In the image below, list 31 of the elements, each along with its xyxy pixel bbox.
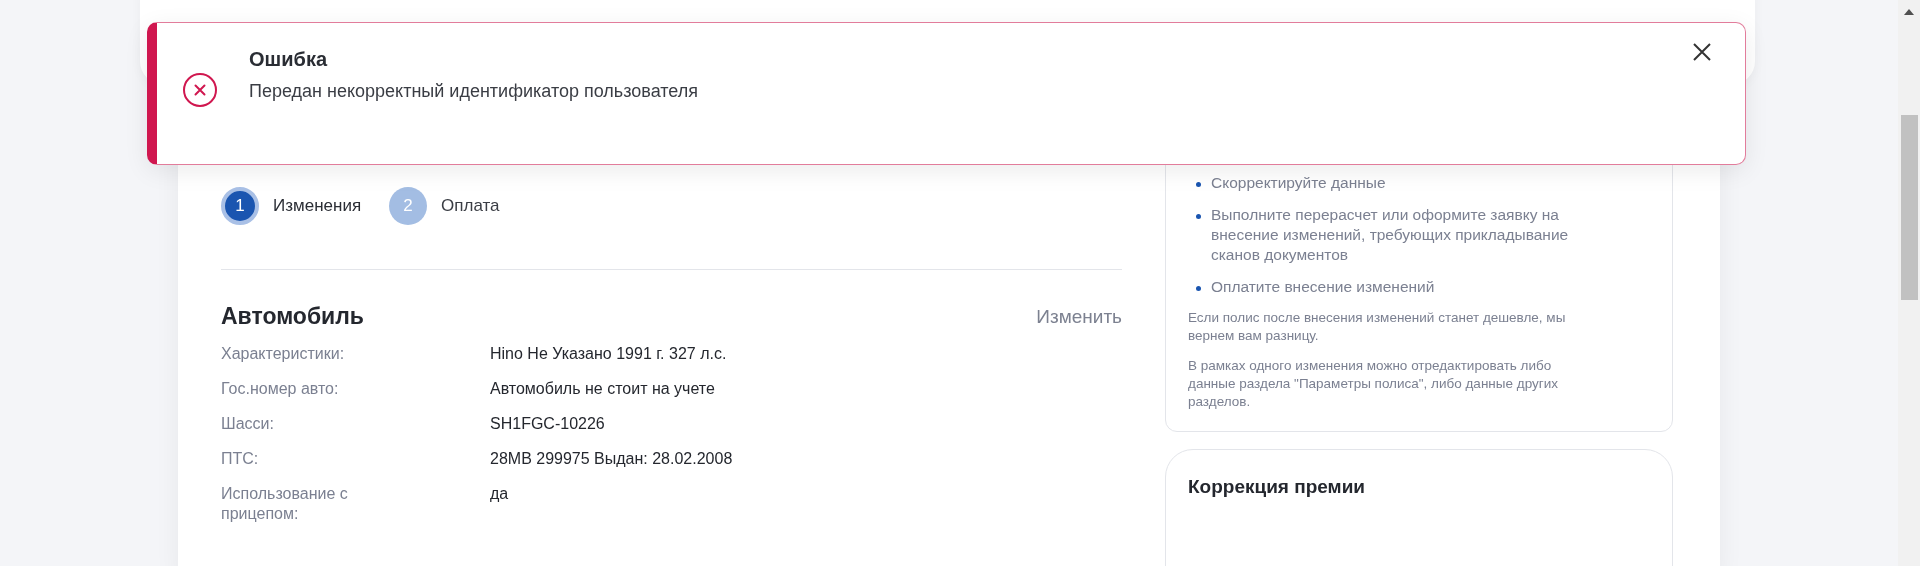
step-label: Изменения	[273, 196, 362, 216]
field-value: 28MB 299975 Выдан: 28.02.2008	[490, 449, 734, 469]
toast-title: Ошибка	[249, 48, 329, 71]
error-icon	[182, 72, 218, 108]
toast-message: Передан некорректный идентификатор пользователя	[249, 81, 698, 102]
edit-link[interactable]: Изменить	[1036, 305, 1122, 328]
bullet-icon	[1196, 214, 1201, 219]
field-label: ПТС:	[221, 449, 260, 469]
field-label: Шасси:	[221, 414, 275, 434]
note-text: Если полис после внесения изменений станет дешевле, мы вернем вам разницу.	[1188, 309, 1567, 345]
field-value: Автомобиль не стоит на учете	[490, 379, 716, 399]
field-label: Характеристики:	[221, 344, 346, 364]
section-title: Автомобиль	[221, 303, 364, 330]
bullet-icon	[1196, 286, 1201, 291]
instruction-text: Выполните перерасчет или оформите заявку на внесение изменений, требующих прикладывание сканов документов	[1211, 205, 1570, 265]
card-title: Коррекция премии	[1188, 476, 1367, 498]
bullet-icon	[1196, 182, 1201, 187]
scroll-up-icon[interactable]	[1903, 8, 1915, 16]
field-label: Использование с прицепом:	[221, 484, 349, 524]
field-label: Гос.номер авто:	[221, 379, 340, 399]
scroll-thumb[interactable]	[1901, 115, 1918, 300]
field-value: Hino Не Указано 1991 г. 327 л.с.	[490, 344, 728, 364]
field-value: да	[490, 484, 510, 504]
instruction-text: Оплатите внесение изменений	[1211, 277, 1436, 297]
step-label: Оплата	[441, 196, 500, 216]
instruction-text: Скорректируйте данные	[1211, 173, 1387, 193]
note-text: В рамках одного изменения можно отредактировать либо данные раздела "Параметры полиса", либо данные других разделов.	[1188, 357, 1559, 411]
scrollbar[interactable]	[1898, 0, 1920, 566]
step-number: 1	[221, 187, 259, 225]
step-number: 2	[389, 187, 428, 225]
field-value: SH1FGC-10226	[490, 414, 606, 434]
